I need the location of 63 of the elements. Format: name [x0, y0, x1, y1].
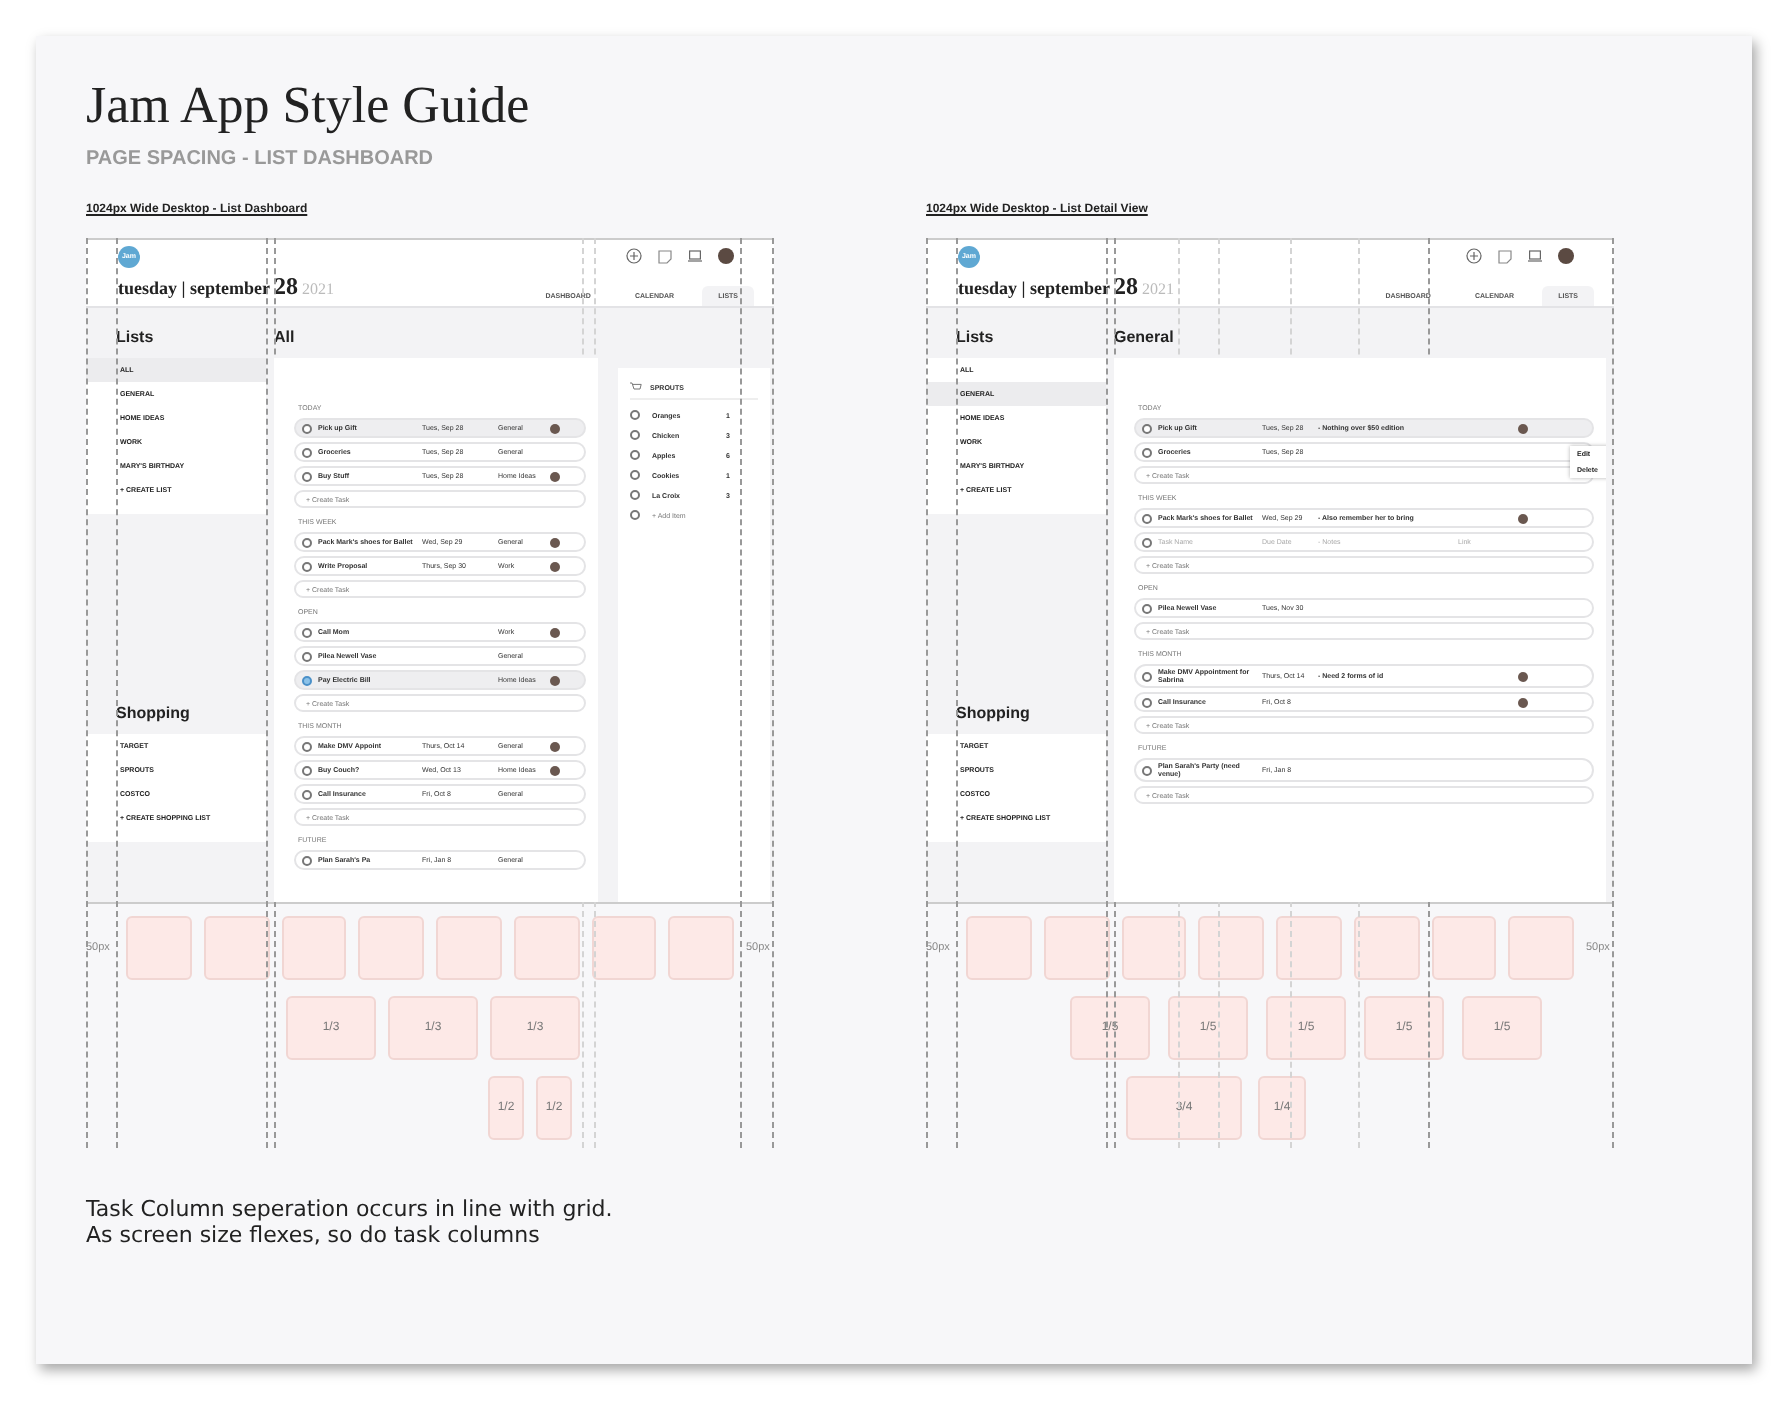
- grid-column: [1198, 916, 1264, 980]
- sidebar-heading: Lists: [86, 320, 266, 358]
- grid-column: [1353, 916, 1419, 980]
- checkbox[interactable]: [630, 430, 640, 440]
- checkbox[interactable]: [1142, 513, 1152, 523]
- grid-column: [1508, 916, 1574, 980]
- checkbox[interactable]: [630, 410, 640, 420]
- sidebar-heading: Shopping: [926, 696, 1106, 734]
- grid-column: [513, 916, 579, 980]
- checkbox[interactable]: [630, 510, 640, 520]
- grid-column: [966, 916, 1032, 980]
- avatar-icon[interactable]: [718, 248, 734, 264]
- checkbox[interactable]: [302, 423, 312, 433]
- checkbox[interactable]: [302, 447, 312, 457]
- checkbox[interactable]: [1142, 447, 1152, 457]
- checkbox[interactable]: [302, 471, 312, 481]
- page-title: Jam App Style Guide: [86, 76, 532, 136]
- section-subtitle: PAGE SPACING - LIST DASHBOARD: [86, 148, 436, 170]
- grid-column: [436, 916, 502, 980]
- grid-column: [668, 916, 734, 980]
- grid-column: [281, 916, 347, 980]
- checkbox[interactable]: [1142, 603, 1152, 613]
- checkbox[interactable]: [630, 470, 640, 480]
- laptop-icon[interactable]: [1528, 250, 1542, 262]
- add-icon[interactable]: [626, 248, 642, 264]
- sidebar-heading: Lists: [926, 320, 1106, 358]
- grid-column: [358, 916, 424, 980]
- grid-column: [203, 916, 269, 980]
- laptop-icon[interactable]: [688, 250, 702, 262]
- sidebar-heading: Shopping: [86, 696, 266, 734]
- checkbox[interactable]: [302, 561, 312, 571]
- grid-column: [1121, 916, 1187, 980]
- note-icon[interactable]: [1498, 249, 1512, 263]
- cart-icon: [630, 382, 642, 392]
- checkbox[interactable]: [302, 537, 312, 547]
- checkbox[interactable]: [302, 855, 312, 865]
- checkbox[interactable]: [1142, 537, 1152, 547]
- checkbox[interactable]: [630, 450, 640, 460]
- checkbox[interactable]: [302, 627, 312, 637]
- checkbox[interactable]: [1142, 765, 1152, 775]
- checkbox[interactable]: [1142, 671, 1152, 681]
- list-heading: All: [274, 326, 295, 350]
- checkbox[interactable]: [302, 741, 312, 751]
- list-heading: General: [1114, 326, 1174, 350]
- note-icon[interactable]: [658, 249, 672, 263]
- checkbox[interactable]: [302, 651, 312, 661]
- grid-column: [1431, 916, 1497, 980]
- checkbox[interactable]: [630, 490, 640, 500]
- checkbox[interactable]: [302, 789, 312, 799]
- checkbox[interactable]: [302, 675, 312, 685]
- grid-column: [591, 916, 657, 980]
- date-heading: tuesday | september 28 2021: [118, 272, 334, 304]
- description-text: As screen size flexes, so do task columns: [86, 1222, 540, 1248]
- checkbox[interactable]: [1142, 423, 1152, 433]
- add-icon[interactable]: [1466, 248, 1482, 264]
- grid-column: [1043, 916, 1109, 980]
- grid-column: [1276, 916, 1342, 980]
- date-heading: tuesday | september 28 2021: [958, 272, 1174, 304]
- checkbox[interactable]: [1142, 697, 1152, 707]
- description-text: Task Column seperation occurs in line with grid.: [86, 1196, 613, 1222]
- checkbox[interactable]: [302, 765, 312, 775]
- grid-column: [126, 916, 192, 980]
- avatar-icon[interactable]: [1558, 248, 1574, 264]
